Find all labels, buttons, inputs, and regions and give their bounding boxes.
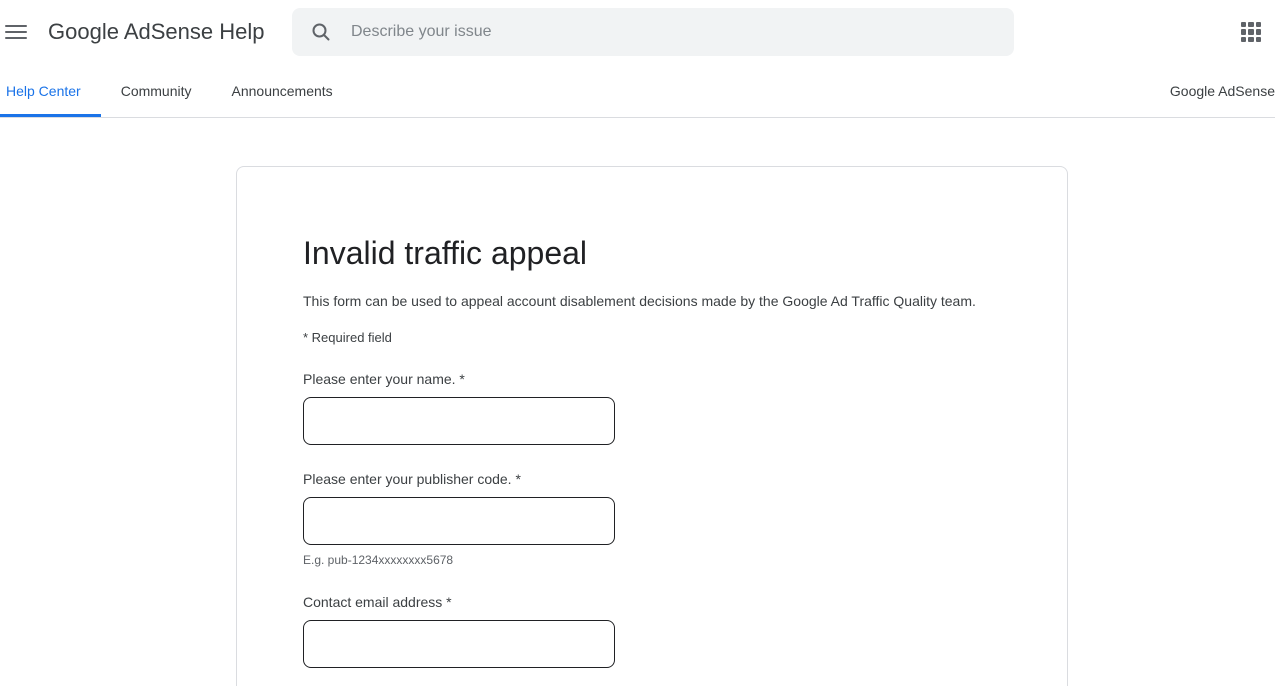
page-body: Invalid traffic appeal This form can be … xyxy=(0,118,1275,695)
apps-grid-dot xyxy=(1255,36,1261,42)
apps-grid-dot xyxy=(1241,36,1247,42)
tab-label: Community xyxy=(120,82,192,99)
hamburger-bar xyxy=(5,25,27,27)
required-field-note: * Required field xyxy=(303,330,392,345)
tab-label: Help Center xyxy=(6,82,81,99)
hamburger-menu-icon[interactable] xyxy=(4,20,28,44)
field-label: Please enter your publisher code. * xyxy=(303,471,521,487)
search-icon xyxy=(312,23,330,41)
apps-grid-dot xyxy=(1241,29,1247,35)
field-name: Please enter your name. * xyxy=(303,369,1067,445)
nav-tabs: Help Center Community Announcements xyxy=(0,64,353,117)
tab-announcements[interactable]: Announcements xyxy=(212,64,353,117)
contact-email-input[interactable] xyxy=(303,620,615,668)
field-label: Please enter your name. * xyxy=(303,371,465,387)
primary-nav-bar: Help Center Community Announcements Goog… xyxy=(0,64,1275,118)
field-contact-email: Contact email address * xyxy=(303,592,1067,668)
form-content: Invalid traffic appeal This form can be … xyxy=(237,167,1067,668)
apps-grid-dot xyxy=(1241,22,1247,28)
field-label: Contact email address * xyxy=(303,594,452,610)
google-apps-grid-icon[interactable] xyxy=(1239,20,1263,44)
publisher-code-help-text: E.g. pub-1234xxxxxxxx5678 xyxy=(303,553,454,567)
name-input[interactable] xyxy=(303,397,615,445)
hamburger-bar xyxy=(5,37,27,39)
app-header: Google AdSense Help xyxy=(0,0,1275,64)
tab-label: Announcements xyxy=(231,82,333,99)
apps-grid-dot xyxy=(1255,29,1261,35)
tab-help-center[interactable]: Help Center xyxy=(0,64,101,117)
search-input[interactable] xyxy=(351,20,1014,44)
field-publisher-code: Please enter your publisher code. * E.g.… xyxy=(303,469,1067,568)
apps-grid-dot xyxy=(1248,22,1254,28)
publisher-code-input[interactable] xyxy=(303,497,615,545)
apps-grid-dot xyxy=(1255,22,1261,28)
hamburger-bar xyxy=(5,31,27,33)
form-card: Invalid traffic appeal This form can be … xyxy=(236,166,1068,686)
apps-grid-dot xyxy=(1248,29,1254,35)
search-bar[interactable] xyxy=(292,8,1014,56)
app-title: Google AdSense Help xyxy=(48,19,265,44)
apps-grid-dot xyxy=(1248,36,1254,42)
page-title: Invalid traffic appeal xyxy=(303,235,588,271)
product-link-google-adsense[interactable]: Google AdSense xyxy=(1170,64,1275,117)
form-description: This form can be used to appeal account … xyxy=(303,293,976,309)
tab-community[interactable]: Community xyxy=(101,64,212,117)
